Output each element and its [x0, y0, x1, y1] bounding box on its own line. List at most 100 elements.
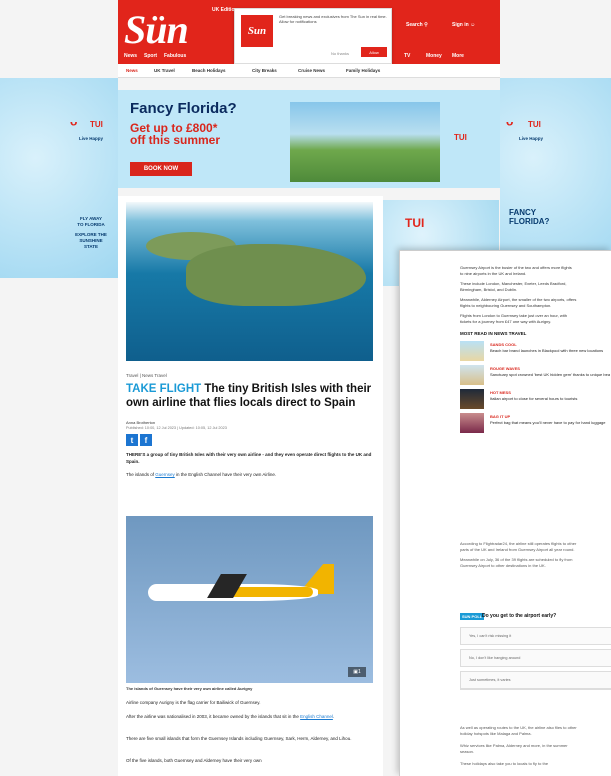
notification-later-button[interactable]: No thanks [331, 51, 349, 56]
tui-banner-ad[interactable]: Fancy Florida? Get up to £800* off this … [118, 90, 500, 188]
right-skin-ad[interactable]: ᵕ TUI Live Happy [500, 78, 611, 278]
subnav-cruise-news[interactable]: Cruise News [298, 68, 325, 73]
panel-line: Whiz services like Palma, Alderney and m… [460, 743, 568, 748]
panel-line: Flights from London to Guernsey take jus… [460, 313, 567, 318]
most-read-item[interactable]: ROUGE WAVES Sanctuary spot crowned 'best… [460, 365, 610, 387]
most-read-kicker: ROUGE WAVES [490, 366, 520, 371]
notification-allow-button[interactable]: Allow [361, 47, 387, 57]
user-icon: ☺ [470, 22, 476, 28]
sign-in-button[interactable]: Sign in ☺ [452, 22, 475, 28]
subnav-city-breaks[interactable]: City Breaks [252, 68, 277, 73]
panel-line: Meanwhile, Alderney Airport, the smaller… [460, 297, 577, 302]
panel-line: tickets for a journey from £47 one way w… [460, 319, 552, 324]
article-paragraph: The islands of Guernsey in the English C… [126, 472, 277, 477]
guernsey-link[interactable]: Guernsey [155, 472, 175, 477]
tui-brand: TUI [405, 216, 425, 230]
most-read-text: Perfect bag that means you'll never have… [490, 420, 606, 425]
panel-line: holiday hotspots like Malaga and Palma. [460, 731, 532, 736]
most-read-item[interactable]: SANDS COOL Beach bar brand launches in B… [460, 341, 610, 363]
article-paragraph: Airline company Aurigny is the flag carr… [126, 700, 261, 705]
panel-line: parts of the UK and Ireland from Guernse… [460, 547, 575, 552]
aurigny-plane-image[interactable]: ▣ 1 [126, 516, 373, 683]
panel-line: Guernsey Airport to other destinations i… [460, 563, 546, 568]
island-shape [186, 244, 366, 306]
poll-question: Do you get to the airport early? [482, 613, 557, 619]
notification-prompt: Sun Get breaking news and exclusives fro… [234, 8, 392, 64]
most-read-thumb [460, 413, 484, 433]
most-read-text: Italian airport to close for several hou… [490, 396, 578, 401]
article-paragraph: Of the five islands, both Guernsey and A… [126, 758, 262, 763]
facebook-share-icon[interactable]: f [140, 434, 152, 446]
most-read-kicker: BAG IT UP [490, 414, 511, 419]
most-read-item[interactable]: HOT MESS Italian airport to close for se… [460, 389, 610, 411]
page: ᵕ TUI Live Happy FLY AWAY TO FLORIDA EXP… [0, 0, 611, 776]
headline-kicker: TAKE FLIGHT [126, 383, 202, 395]
book-now-button[interactable]: BOOK NOW [130, 162, 192, 176]
subnav-family-holidays[interactable]: Family Holidays [346, 68, 380, 73]
gallery-camera-icon[interactable]: ▣ 1 [348, 667, 366, 677]
panel-line: to nine airports in the UK and Ireland. [460, 271, 527, 276]
poll-option[interactable]: Just sometimes, it varies [460, 671, 611, 689]
panel-line: These holidays also take you to locals t… [460, 761, 549, 766]
most-read-item[interactable]: BAG IT UP Perfect bag that means you'll … [460, 413, 610, 435]
nav-more[interactable]: More [452, 53, 464, 59]
published-date: Published: 10:00, 12 Jul 2023 | Updated:… [126, 426, 227, 430]
left-skin-ad[interactable]: ᵕ TUI Live Happy FLY AWAY TO FLORIDA EXP… [0, 78, 118, 278]
nav-money[interactable]: Money [426, 53, 442, 59]
most-read-text: Beach bar brand launches in Blackpool wi… [490, 348, 604, 353]
english-channel-link[interactable]: English Channel [300, 714, 333, 719]
nav-fabulous[interactable]: Fabulous [164, 53, 186, 59]
most-read-kicker: HOT MESS [490, 390, 511, 395]
nav-tv[interactable]: TV [404, 53, 410, 59]
banner-headline: Fancy Florida? [130, 100, 237, 117]
most-read-title: MOST READ IN NEWS TRAVEL [460, 331, 527, 336]
article-headline: TAKE FLIGHT The tiny British Isles with … [126, 382, 376, 410]
banner-offer: Get up to £800* off this summer [130, 121, 221, 147]
panel-line: These include London, Manchester, Exeter… [460, 281, 567, 286]
most-read-thumb [460, 365, 484, 385]
panel-line: As well as operating routes to the UK, t… [460, 725, 577, 730]
subnav-beach-holidays[interactable]: Beach Holidays [192, 68, 226, 73]
subnav-news[interactable]: News [126, 68, 138, 73]
ad-headline: FANCY FLORIDA? [509, 208, 550, 226]
most-read-text: Sanctuary spot crowned 'best UK hidden g… [490, 372, 610, 377]
hero-island-image [126, 202, 373, 361]
skin-cta: FLY AWAY TO FLORIDA EXPLORE THE SUNSHINE… [75, 216, 107, 249]
tui-logo-icon: ᵕ [70, 114, 78, 134]
most-read-thumb [460, 341, 484, 361]
poll-option[interactable]: Yes, I can't risk missing it [460, 627, 611, 645]
nav-news[interactable]: News [124, 53, 137, 59]
search-button[interactable]: Search ⚲ [406, 22, 428, 28]
search-icon: ⚲ [424, 22, 428, 28]
section-divider [460, 689, 611, 690]
panel-line: Meanwhile on July, 36 of the 39 flights … [460, 557, 573, 562]
most-read-kicker: SANDS COOL [490, 342, 517, 347]
photo-caption: The islands of Guernsey have their very … [126, 686, 253, 691]
sun-mini-logo: Sun [241, 15, 273, 47]
tui-brand: TUI [454, 133, 467, 142]
breadcrumb[interactable]: Travel | News Travel [126, 373, 167, 378]
airboat-photo [290, 102, 440, 182]
sun-logo[interactable]: Sün [124, 6, 189, 53]
author-byline[interactable]: Anna Brotherton [126, 420, 155, 425]
panel-line: Guernsey Airport is the busier of the tw… [460, 265, 572, 270]
article-intro: THERE'S a group of tiny British Isles wi… [126, 452, 372, 464]
panel-line: According to Flightradar24, the airline … [460, 541, 577, 546]
article: Travel | News Travel TAKE FLIGHT The tin… [118, 196, 383, 776]
twitter-share-icon[interactable]: t [126, 434, 138, 446]
notification-message: Get breaking news and exclusives from Th… [279, 14, 387, 24]
poll-option[interactable]: No, I don't like hanging around [460, 649, 611, 667]
panel-line: flights to neighbouring Guernsey and Sou… [460, 303, 552, 308]
tui-brand: TUI [90, 120, 103, 129]
section-subnav: News UK Travel Beach Holidays City Break… [118, 64, 500, 78]
poll-tag: SUN POLL [460, 613, 485, 620]
tui-brand: TUI [528, 120, 541, 129]
most-read-thumb [460, 389, 484, 409]
subnav-uk-travel[interactable]: UK Travel [154, 68, 175, 73]
nav-sport[interactable]: Sport [144, 53, 157, 59]
panel-line: Birmingham, Bristol, and Dublin. [460, 287, 518, 292]
article-paragraph: After the airline was nationalised in 20… [126, 714, 335, 719]
tui-tagline: Live Happy [518, 136, 543, 141]
panel-line: season. [460, 749, 475, 754]
tui-tagline: Live Happy [78, 136, 103, 141]
